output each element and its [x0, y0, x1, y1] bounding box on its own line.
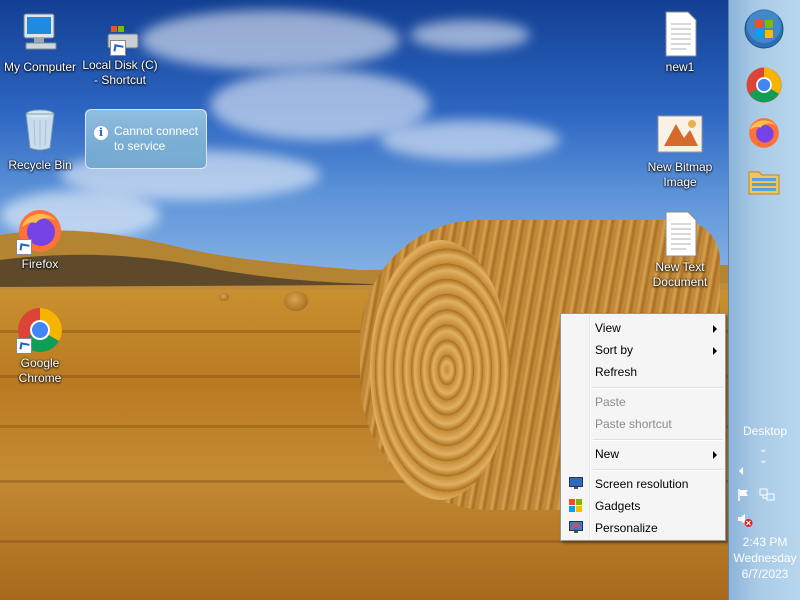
volume-muted-icon[interactable]: [737, 512, 753, 528]
desktop-context-menu: View Sort by Refresh Paste Paste shortcu…: [560, 313, 726, 541]
menu-item-gadgets[interactable]: Gadgets: [563, 495, 723, 517]
submenu-arrow-icon: [713, 451, 717, 459]
taskbar: Desktop ⌄ ⌄ 2:43 PM Wednesday 6/7/2023: [728, 0, 800, 600]
action-center-flag-icon[interactable]: [737, 488, 751, 502]
info-icon: i: [94, 126, 108, 140]
start-button[interactable]: [743, 8, 785, 50]
notification-text: Cannot connect to service: [114, 124, 199, 153]
system-clock[interactable]: 2:43 PM Wednesday 6/7/2023: [729, 534, 800, 582]
personalize-icon: [569, 521, 583, 533]
menu-separator: [593, 387, 723, 389]
chevron-down-icon[interactable]: ⌄ ⌄: [759, 444, 767, 466]
submenu-arrow-icon: [713, 325, 717, 333]
notification-popup[interactable]: i Cannot connect to service: [85, 109, 207, 169]
text-file-icon: [656, 210, 704, 258]
desktop-icon-my-computer[interactable]: My Computer: [0, 10, 80, 75]
recycle-bin-icon: [16, 108, 64, 156]
hay-bale-small: [284, 291, 308, 311]
menu-item-view[interactable]: View: [563, 317, 723, 339]
desktop-icon-firefox[interactable]: Firefox: [0, 207, 80, 272]
desktop-icon-local-disk[interactable]: Local Disk (C) - Shortcut: [80, 20, 160, 88]
show-hidden-icons-arrow-icon[interactable]: [737, 466, 745, 476]
firefox-icon: [16, 207, 64, 255]
menu-item-paste-shortcut[interactable]: Paste shortcut: [563, 413, 723, 435]
menu-separator: [593, 439, 723, 441]
desktop-toolbar-label[interactable]: Desktop: [729, 424, 800, 438]
bitmap-icon: [656, 110, 704, 158]
submenu-arrow-icon: [713, 347, 717, 355]
desktop-icon-new1[interactable]: new1: [640, 10, 720, 75]
chrome-icon: [16, 306, 64, 354]
taskbar-explorer-button[interactable]: [743, 160, 785, 202]
chrome-icon: [746, 67, 782, 103]
network-icon[interactable]: [759, 488, 775, 502]
explorer-icon: [748, 171, 780, 195]
start-orb-icon: [744, 9, 784, 49]
taskbar-firefox-button[interactable]: [743, 112, 785, 154]
display-icon: [569, 477, 583, 489]
firefox-icon: [749, 118, 779, 148]
taskbar-chrome-button[interactable]: [743, 64, 785, 106]
drive-icon: [96, 20, 144, 56]
menu-item-new[interactable]: New: [563, 443, 723, 465]
menu-item-paste[interactable]: Paste: [563, 391, 723, 413]
desktop-icon-new-bitmap[interactable]: New Bitmap Image: [640, 110, 720, 190]
menu-separator: [593, 469, 723, 471]
text-file-icon: [656, 10, 704, 58]
menu-item-sort-by[interactable]: Sort by: [563, 339, 723, 361]
computer-icon: [16, 10, 64, 58]
hay-bale-tiny: [219, 293, 229, 301]
menu-item-screen-resolution[interactable]: Screen resolution: [563, 473, 723, 495]
desktop-icon-google-chrome[interactable]: Google Chrome: [0, 306, 80, 386]
gadgets-icon: [569, 499, 582, 512]
desktop-icon-recycle-bin[interactable]: Recycle Bin: [0, 108, 80, 173]
menu-item-personalize[interactable]: Personalize: [563, 517, 723, 539]
menu-item-refresh[interactable]: Refresh: [563, 361, 723, 383]
desktop-icon-new-text-document[interactable]: New Text Document: [640, 210, 720, 290]
